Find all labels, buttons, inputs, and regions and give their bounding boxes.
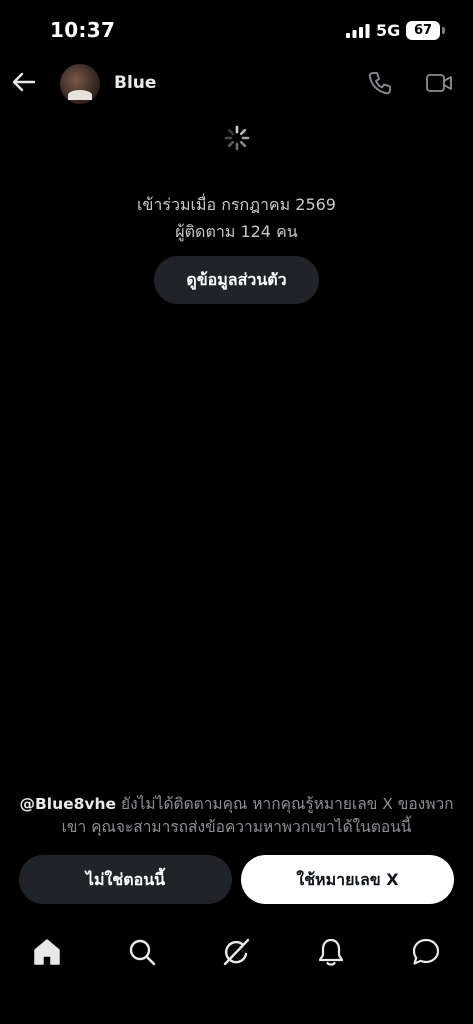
- bottom-tab-bar: [0, 928, 473, 978]
- home-icon[interactable]: [31, 936, 63, 968]
- search-icon[interactable]: [126, 936, 158, 968]
- message-icon[interactable]: [410, 936, 442, 968]
- use-x-number-button[interactable]: ใช้หมายเลข X: [241, 855, 454, 904]
- follower-count: ผู้ติดตาม 124 คน: [175, 222, 298, 241]
- message-request-notice: @Blue8vhe ยังไม่ได้ติดตามคุณ หากคุณรู้หม…: [14, 793, 459, 839]
- phone-icon[interactable]: [367, 70, 393, 96]
- bell-icon[interactable]: [315, 936, 347, 968]
- network-label: 5G: [376, 21, 401, 40]
- status-time: 10:37: [50, 18, 116, 42]
- status-bar: 10:37 5G 67: [0, 0, 473, 60]
- notice-handle[interactable]: @Blue8vhe: [19, 795, 116, 813]
- battery-tip: [442, 27, 445, 34]
- video-camera-icon[interactable]: [425, 71, 453, 95]
- signal-icon: [346, 24, 370, 38]
- joined-date: เข้าร่วมเมื่อ กรกฎาคม 2569: [137, 195, 336, 214]
- view-profile-button[interactable]: ดูข้อมูลส่วนตัว: [154, 256, 319, 304]
- avatar[interactable]: [60, 64, 100, 104]
- battery-icon: 67: [406, 21, 440, 40]
- notice-text: ยังไม่ได้ติดตามคุณ หากคุณรู้หมายเลข X ขอ…: [61, 795, 454, 836]
- conversation-header: Blue: [0, 58, 473, 110]
- not-now-button[interactable]: ไม่ใช่ตอนนี้: [19, 855, 232, 904]
- contact-name[interactable]: Blue: [114, 73, 156, 93]
- spinner-icon: [224, 125, 250, 151]
- arrow-left-icon[interactable]: [10, 68, 38, 96]
- grok-icon[interactable]: [220, 936, 252, 968]
